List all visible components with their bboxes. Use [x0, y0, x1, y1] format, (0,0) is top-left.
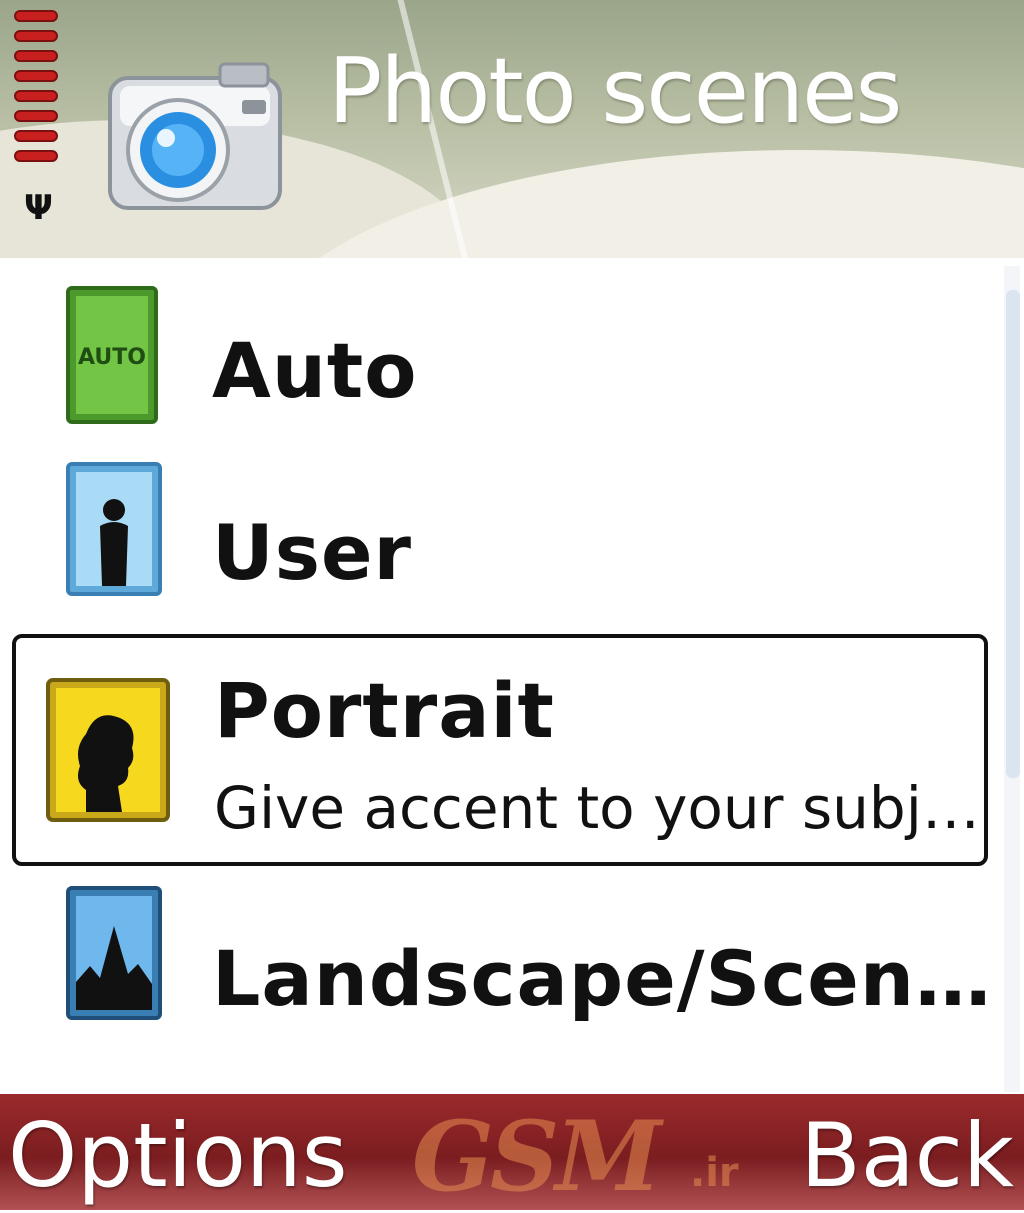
- landscape-scene-icon: [66, 886, 162, 1020]
- back-softkey[interactable]: Back: [800, 1104, 1014, 1207]
- page-title: Photo scenes: [328, 39, 902, 144]
- title-bar: Ψ Photo scenes: [0, 0, 1024, 258]
- list-item-portrait[interactable]: Portrait Give accent to your subj…: [12, 634, 988, 866]
- scene-list: AUTO Auto User Portrait Give accent to y…: [0, 258, 1000, 1094]
- list-item-label: Landscape/Scen…: [212, 934, 992, 1023]
- watermark-logo-suffix: .ir: [690, 1150, 739, 1196]
- list-item-auto[interactable]: AUTO Auto: [0, 266, 1000, 438]
- portrait-scene-icon: [46, 678, 170, 822]
- scrollbar-thumb[interactable]: [1006, 290, 1020, 778]
- list-item-landscape[interactable]: Landscape/Scen…: [0, 878, 1000, 1066]
- signal-strength-icon: Ψ: [14, 10, 64, 228]
- auto-scene-icon: AUTO: [66, 286, 158, 424]
- list-item-description: Give accent to your subj…: [214, 774, 980, 842]
- watermark-logo: GSM: [412, 1100, 662, 1213]
- options-softkey[interactable]: Options: [8, 1104, 348, 1207]
- list-item-label: User: [212, 508, 412, 597]
- list-item-label: Portrait: [214, 666, 555, 755]
- antenna-icon: Ψ: [24, 188, 53, 228]
- svg-text:AUTO: AUTO: [78, 345, 146, 370]
- list-item-label: Auto: [212, 326, 418, 415]
- camera-icon: [108, 62, 282, 210]
- list-item-user[interactable]: User: [0, 448, 1000, 628]
- user-scene-icon: [66, 462, 162, 596]
